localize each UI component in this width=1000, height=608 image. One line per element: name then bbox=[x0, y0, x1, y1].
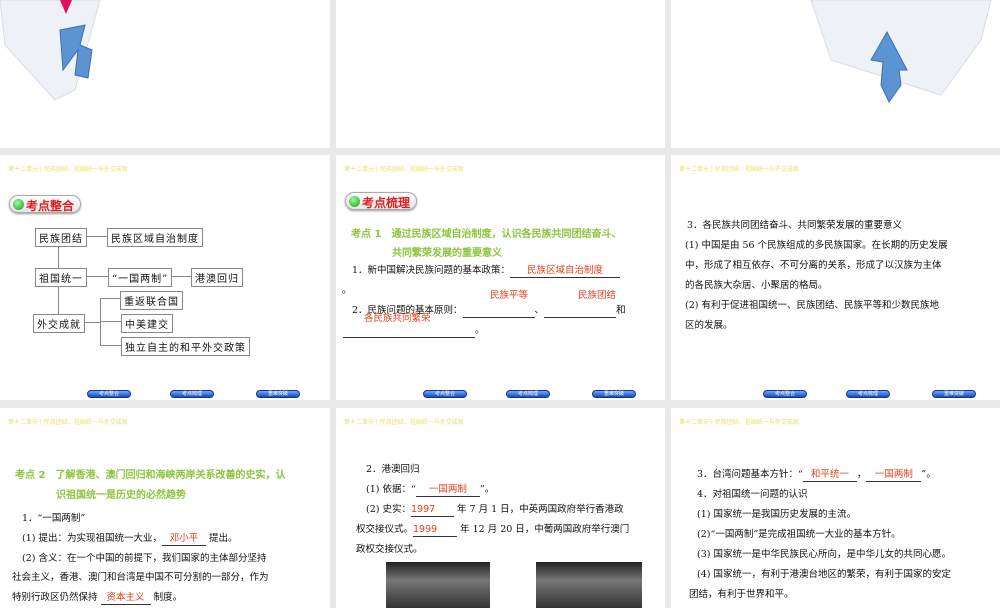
nav-button-shuli[interactable]: 考点梳理 bbox=[170, 390, 214, 398]
text-line: 团结，有利于世界和平。 bbox=[689, 589, 794, 600]
green-dot-icon bbox=[13, 199, 24, 210]
text-line: (3) 国家统一是中华民族民心所向，是中华儿女的共同心愿。 bbox=[697, 549, 951, 560]
text-line: 政权交接仪式。 bbox=[356, 544, 423, 555]
slide-taiwan[interactable]: 第十二单元 | 民族团结、祖国统一与外交成就 3．台湾问题基本方针：“ 和平统一，… bbox=[671, 408, 1000, 608]
answer-blank: 1999 bbox=[413, 524, 458, 537]
text-line: 区的发展。 bbox=[685, 320, 733, 331]
text-line: (4) 国家统一，有利于港澳台地区的繁荣，有利于国家的安定 bbox=[697, 569, 951, 580]
text-line: 4．对祖国统一问题的认识 bbox=[697, 489, 808, 500]
text-line: (1) 中国是由 56 个民族组成的多民族国家。在长期的历史发展 bbox=[685, 240, 948, 251]
text-line: 3．台湾问题基本方针：“ 和平统一，一国两制”。 bbox=[697, 469, 936, 482]
macau-handover-photo bbox=[536, 562, 642, 608]
topic-title-cont: 识祖国统一是历史的必然趋势 bbox=[56, 490, 186, 501]
nav-button-zhenghe[interactable]: 考点整合 bbox=[87, 390, 131, 398]
topic-title: 考点 2 了解香港、澳门回归和海峡两岸关系改善的史实，认 bbox=[15, 470, 286, 481]
slide-significance[interactable]: 第十二单元 | 民族团结、祖国统一与外交成就 3．各民族共同团结奋斗、共同繁荣发… bbox=[671, 155, 1000, 400]
text-line: 1．“一国两制” bbox=[22, 513, 86, 524]
blank-line: 。 bbox=[343, 321, 485, 340]
node-chongfan-lianheguo: 重返联合国 bbox=[120, 291, 183, 310]
node-zuguo-tongyi: 祖国统一 bbox=[35, 268, 87, 287]
text-line: (1) 提出：为实现祖国统一大业， 邓小平 提出。 bbox=[22, 533, 238, 546]
nav-button-shuli[interactable]: 考点梳理 bbox=[506, 390, 550, 398]
nav-button-zhenghe[interactable]: 考点整合 bbox=[763, 390, 807, 398]
text-line: 社会主义，香港、澳门和台湾是中国不可分割的一部分，作为 bbox=[12, 572, 269, 583]
unit-header: 第十二单元 | 民族团结、祖国统一与外交成就 bbox=[8, 166, 128, 173]
text-line: 2．港澳回归 bbox=[366, 464, 420, 475]
node-yiguo-liangzhi: “一国两制” bbox=[108, 268, 173, 287]
nav-button-shuli[interactable]: 考点梳理 bbox=[846, 390, 890, 398]
node-minzu-tuanjie: 民族团结 bbox=[35, 228, 87, 247]
node-heping-waijiao: 独立自主的和平外交政策 bbox=[121, 337, 250, 356]
text-line: (2)“一国两制”是完成祖国统一大业的基本方针。 bbox=[697, 529, 901, 540]
policy-line: 1．新中国解决民族问题的基本政策： 民族区域自治制度 bbox=[352, 261, 621, 280]
green-dot-icon bbox=[349, 196, 360, 207]
text-line: (2) 有利于促进祖国统一、民族团结、民族平等和少数民族地 bbox=[685, 300, 939, 311]
answer-blank: 民族区域自治制度 bbox=[510, 265, 621, 278]
section-badge: 考点整合 bbox=[9, 195, 81, 213]
text-line: 3．各民族共同团结奋斗、共同繁荣发展的重要意义 bbox=[687, 220, 903, 231]
text-line: 中，形成了相互依存、不可分离的关系，形成了以汉族为主体 bbox=[685, 260, 942, 271]
slide-kaodian-zhenghe[interactable]: 第十二单元 | 民族团结、祖国统一与外交成就 考点整合 民族团结 民族区域自治制… bbox=[0, 155, 330, 400]
section-badge: 考点梳理 bbox=[345, 192, 417, 210]
answer-blank: 一国两制 bbox=[415, 484, 480, 497]
nav-button-zhenghe[interactable]: 考点整合 bbox=[423, 390, 467, 398]
text-line: 的各民族大杂居、小聚居的格局。 bbox=[685, 280, 828, 291]
text-line: (1) 依据：“ 一国两制”。 bbox=[366, 484, 495, 497]
slide-thumbnail-2[interactable] bbox=[336, 0, 665, 148]
badge-label: 考点梳理 bbox=[362, 196, 411, 210]
node-gangao-huigui: 港澳回归 bbox=[191, 268, 243, 287]
slide-kaodian-shuli[interactable]: 第十二单元 | 民族团结、祖国统一与外交成就 考点梳理 考点 1 通过民族区域自… bbox=[336, 155, 665, 400]
slide-thumbnail-1[interactable] bbox=[0, 0, 330, 148]
text-line: (2) 史实：1997 年 7 月 1 日，中英两国政府举行香港政 bbox=[366, 504, 624, 517]
arrow-decoration-icon bbox=[810, 0, 992, 103]
text-line: (2) 含义：在一个中国的前提下，我们国家的主体部分坚持 bbox=[22, 553, 267, 564]
unit-header: 第十二单元 | 民族团结、祖国统一与外交成就 bbox=[679, 419, 799, 426]
text-line: (1) 国家统一是我国历史发展的主流。 bbox=[697, 509, 856, 520]
answer-blank: 邓小平 bbox=[161, 533, 206, 546]
node-zhongmei-jianjiao: 中美建交 bbox=[121, 314, 173, 333]
text-line: 特别行政区仍然保持 资本主义 制度。 bbox=[12, 592, 183, 605]
answer-blank: 1997 bbox=[410, 504, 454, 517]
slide-thumbnail-3[interactable] bbox=[671, 0, 1000, 148]
topic-title: 考点 1 通过民族区域自治制度，认识各民族共同团结奋斗、 bbox=[351, 229, 622, 240]
nav-button-tupo[interactable]: 重难突破 bbox=[592, 390, 636, 398]
unit-header: 第十二单元 | 民族团结、祖国统一与外交成就 bbox=[679, 166, 799, 173]
answer-blank: 和平统一 bbox=[802, 469, 857, 482]
nav-button-tupo[interactable]: 重难突破 bbox=[256, 390, 300, 398]
node-minzu-quyu-zizhi: 民族区域自治制度 bbox=[107, 228, 203, 247]
answer-blank: 资本主义 bbox=[100, 592, 151, 605]
slide-gangao-huigui[interactable]: 第十二单元 | 民族团结、祖国统一与外交成就 2．港澳回归 (1) 依据：“ 一国… bbox=[336, 408, 665, 608]
badge-label: 考点整合 bbox=[26, 199, 75, 213]
unit-header: 第十二单元 | 民族团结、祖国统一与外交成就 bbox=[8, 419, 128, 426]
unit-header: 第十二单元 | 民族团结、祖国统一与外交成就 bbox=[344, 166, 464, 173]
text-line: 权交接仪式。1999 年 12 月 20 日，中葡两国政府举行澳门 bbox=[356, 524, 630, 537]
node-waijiao-chengjiu: 外交成就 bbox=[33, 314, 85, 333]
unit-header: 第十二单元 | 民族团结、祖国统一与外交成就 bbox=[344, 419, 464, 426]
hongkong-handover-photo bbox=[386, 562, 490, 608]
period: 。 bbox=[342, 285, 352, 296]
answer-blank: 一国两制 bbox=[866, 469, 922, 482]
arrow-decoration-icon bbox=[0, 0, 101, 101]
slide-kaodian-2[interactable]: 第十二单元 | 民族团结、祖国统一与外交成就 考点 2 了解香港、澳门回归和海峡… bbox=[0, 408, 330, 608]
nav-button-tupo[interactable]: 重难突破 bbox=[932, 390, 976, 398]
